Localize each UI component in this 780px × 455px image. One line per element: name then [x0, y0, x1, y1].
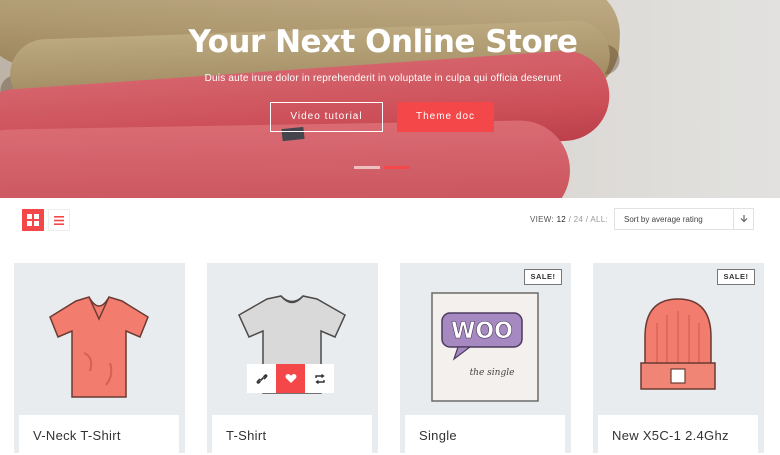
- hero-subtitle: Duis aute irure dolor in reprehenderit i…: [204, 73, 562, 84]
- product-title-box: T-Shirt: [212, 415, 372, 455]
- compare-icon: [314, 373, 325, 384]
- per-page-selector: VIEW: 12 / 24 / ALL:: [530, 215, 608, 224]
- hero-title: Your Next Online Store: [188, 24, 578, 60]
- grid-view-button[interactable]: [22, 209, 44, 231]
- product-title[interactable]: Single: [419, 428, 457, 443]
- list-view-button[interactable]: [48, 209, 70, 231]
- sale-badge: SALE!: [717, 269, 755, 285]
- album-art-subtext: the single: [470, 368, 515, 378]
- view-option-24[interactable]: 24: [574, 215, 584, 224]
- product-card[interactable]: V-Neck T-Shirt: [14, 263, 185, 455]
- view-option-all[interactable]: ALL: [590, 215, 605, 224]
- list-icon: [54, 215, 64, 225]
- product-title[interactable]: T-Shirt: [226, 428, 266, 443]
- theme-doc-button[interactable]: Theme doc: [397, 102, 494, 132]
- slider-dot-1[interactable]: [354, 166, 380, 169]
- red-beanie-image: [640, 298, 716, 390]
- product-title-box: New X5C-1 2.4Ghz: [598, 415, 758, 455]
- product-card[interactable]: SALE! WOO the single Single: [400, 263, 571, 455]
- product-title-box: Single: [405, 415, 565, 455]
- product-title[interactable]: V-Neck T-Shirt: [33, 428, 121, 443]
- compare-button[interactable]: [305, 364, 334, 393]
- view-label: VIEW:: [530, 215, 555, 224]
- album-art-text: WOO: [451, 319, 513, 344]
- slider-dot-2[interactable]: [384, 166, 410, 169]
- wishlist-button[interactable]: [276, 364, 305, 393]
- product-title[interactable]: New X5C-1 2.4Ghz: [612, 428, 729, 443]
- product-title-box: V-Neck T-Shirt: [19, 415, 179, 455]
- chevron-down-icon: [733, 209, 753, 229]
- sort-value: Sort by average rating: [624, 215, 703, 224]
- product-card[interactable]: T-Shirt: [207, 263, 378, 455]
- hero-banner: Your Next Online Store Duis aute irure d…: [0, 0, 780, 198]
- sort-dropdown[interactable]: Sort by average rating: [614, 208, 754, 230]
- view-option-12[interactable]: 12: [557, 215, 567, 224]
- shop-toolbar: VIEW: 12 / 24 / ALL: Sort by average rat…: [0, 198, 780, 244]
- woo-album-image: WOO the single: [431, 292, 539, 402]
- product-card[interactable]: SALE! New X5C-1 2.4Ghz: [593, 263, 764, 455]
- sale-badge: SALE!: [524, 269, 562, 285]
- heart-icon: [285, 374, 296, 383]
- video-tutorial-button[interactable]: Video tutorial: [270, 102, 383, 132]
- link-icon: [256, 373, 267, 384]
- red-tshirt-image: [49, 296, 149, 398]
- slider-pagination: [354, 166, 410, 169]
- link-button[interactable]: [247, 364, 276, 393]
- grid-icon: [27, 214, 39, 226]
- product-hover-actions: [247, 364, 334, 393]
